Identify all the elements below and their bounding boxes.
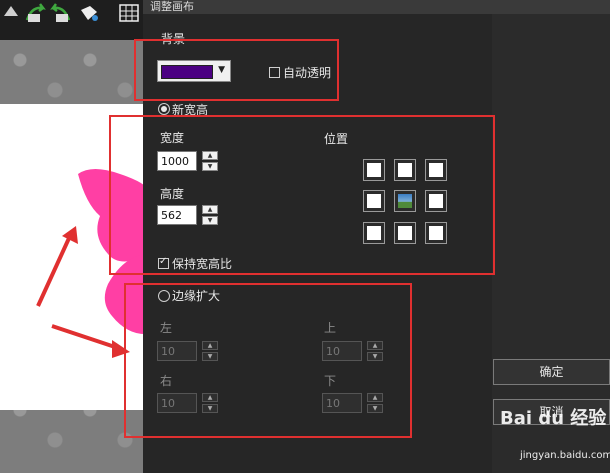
annotation-box-edge xyxy=(124,283,412,438)
dialog-titlebar xyxy=(143,0,610,14)
new-size-radio[interactable] xyxy=(158,103,170,115)
annotation-box-size xyxy=(109,115,495,275)
watermark-url: jingyan.baidu.com xyxy=(520,450,610,461)
annotation-box-background xyxy=(134,39,339,101)
baidu-watermark: Bai du 经验 xyxy=(500,408,607,429)
ok-button[interactable]: 确定 xyxy=(493,359,610,385)
dialog-title: 调整画布 xyxy=(150,0,194,13)
